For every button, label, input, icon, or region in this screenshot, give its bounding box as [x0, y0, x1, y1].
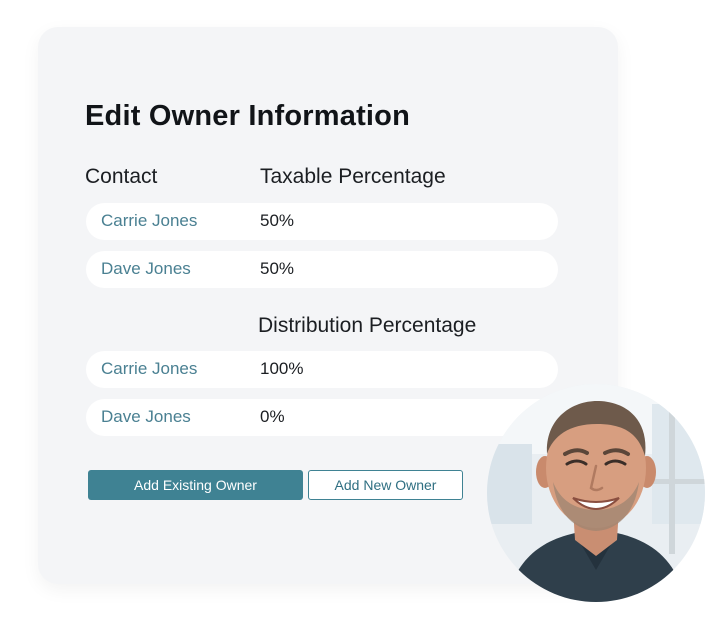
distribution-percent-value: 100%: [260, 359, 304, 378]
taxable-percent-value: 50%: [260, 211, 295, 230]
distribution-row: Dave Jones 0%: [86, 399, 558, 436]
distribution-percent-value: 0%: [260, 407, 285, 426]
taxable-row: Carrie Jones 50%: [86, 203, 558, 240]
contact-link[interactable]: Carrie Jones: [101, 211, 197, 231]
add-existing-owner-button[interactable]: Add Existing Owner: [88, 470, 303, 500]
page-title: Edit Owner Information: [85, 100, 411, 132]
distribution-row: Carrie Jones 100%: [86, 351, 558, 388]
distribution-percentage-header: Distribution Percentage: [258, 314, 477, 337]
contact-link[interactable]: Carrie Jones: [101, 359, 197, 379]
user-avatar-photo: [487, 384, 705, 602]
contact-link[interactable]: Dave Jones: [101, 407, 191, 427]
contact-link[interactable]: Dave Jones: [101, 259, 191, 279]
contact-column-header: Contact: [85, 165, 158, 188]
add-new-owner-button[interactable]: Add New Owner: [308, 470, 463, 500]
taxable-percentage-header: Taxable Percentage: [260, 165, 446, 188]
taxable-row: Dave Jones 50%: [86, 251, 558, 288]
taxable-percent-value: 50%: [260, 259, 295, 278]
